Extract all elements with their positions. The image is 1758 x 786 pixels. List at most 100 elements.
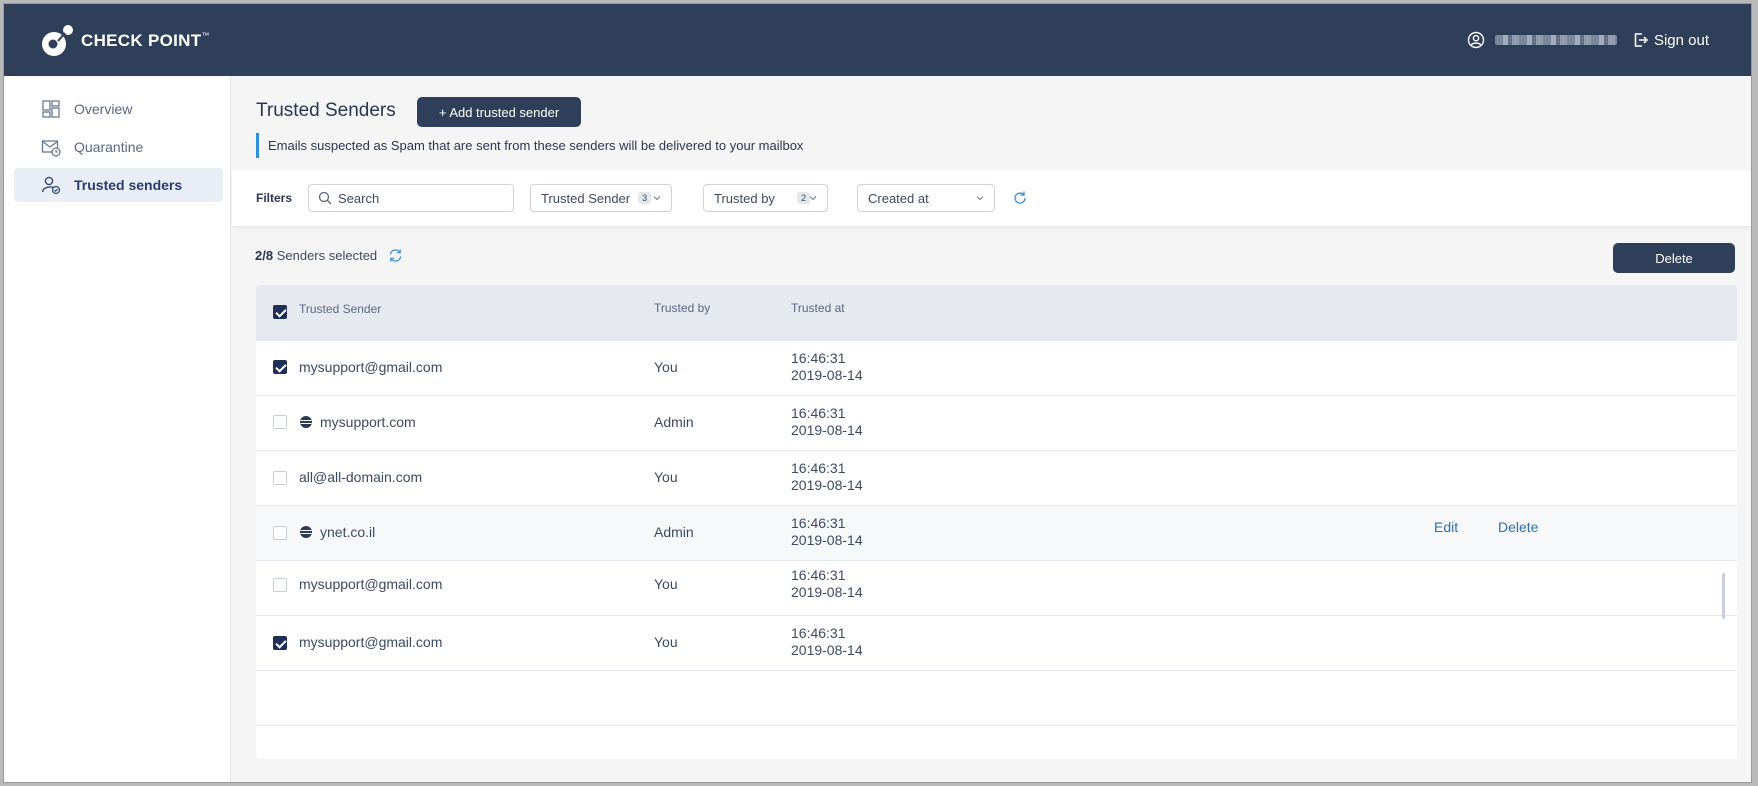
sender-email: mysupport@gmail.com	[299, 576, 443, 592]
trusted-date: 2019-08-14	[791, 642, 863, 658]
sender-email: mysupport@gmail.com	[299, 634, 443, 650]
page-title: Trusted Senders	[256, 100, 396, 121]
row-checkbox[interactable]	[273, 415, 287, 429]
brand-name: CHECK POINT™	[81, 31, 210, 50]
selection-summary: 2/8 Senders selected	[255, 248, 403, 263]
trusted-time: 16:46:31	[791, 625, 846, 641]
column-header-trusted-sender[interactable]: Trusted Sender	[299, 302, 381, 316]
sender-cell: ynet.co.il	[299, 524, 375, 540]
row-checkbox[interactable]	[273, 471, 287, 485]
sender-cell: mysupport@gmail.com	[299, 634, 442, 650]
top-bar: CHECK POINT™ Sign out	[4, 4, 1751, 76]
chevron-down-icon	[653, 196, 661, 201]
app-window: CHECK POINT™ Sign out Overview Quarantin…	[3, 3, 1752, 783]
trusted-time: 16:46:31	[791, 460, 846, 476]
trusted-by-cell: You	[654, 359, 678, 375]
trusted-by-cell: Admin	[654, 414, 694, 430]
table-row[interactable]: ynet.co.il Admin 16:46:31 2019-08-14 Edit…	[256, 506, 1737, 561]
reset-filters-icon[interactable]	[1012, 190, 1028, 206]
sign-out-label: Sign out	[1653, 31, 1709, 49]
sender-cell: mysupport@gmail.com	[299, 359, 442, 375]
add-trusted-sender-button[interactable]: + Add trusted sender	[417, 97, 581, 127]
trusted-by-cell: Admin	[654, 524, 694, 540]
sign-out-icon	[1634, 33, 1649, 47]
sidebar-item-trusted-senders[interactable]: Trusted senders	[14, 168, 223, 202]
filters-label: Filters	[256, 191, 293, 205]
empty-table-row	[256, 671, 1737, 726]
row-checkbox[interactable]	[273, 360, 287, 374]
row-checkbox[interactable]	[273, 636, 287, 650]
trusted-date: 2019-08-14	[791, 532, 863, 548]
delete-selected-button[interactable]: Delete	[1613, 243, 1735, 273]
info-banner: Emails suspected as Spam that are sent f…	[256, 133, 803, 158]
chevron-down-icon	[809, 196, 817, 201]
trusted-by-cell: You	[654, 634, 678, 650]
delete-row-link[interactable]: Delete	[1498, 519, 1538, 535]
main-content: Trusted Senders + Add trusted sender Ema…	[232, 76, 1751, 782]
column-header-trusted-by[interactable]: Trusted by	[654, 301, 710, 315]
trusted-at-cell: 16:46:31 2019-08-14	[791, 350, 863, 384]
trusted-at-cell: 16:46:31 2019-08-14	[791, 460, 863, 494]
sender-domain: ynet.co.il	[320, 524, 376, 540]
edit-row-link[interactable]: Edit	[1434, 519, 1458, 535]
row-checkbox[interactable]	[273, 578, 287, 592]
sidebar: Overview Quarantine Trusted senders	[4, 76, 231, 782]
search-field[interactable]	[308, 184, 514, 212]
table-scrollbar[interactable]	[1722, 573, 1725, 619]
trusted-at-cell: 16:46:31 2019-08-14	[791, 405, 863, 439]
table-row[interactable]: mysupport@gmail.com You 16:46:31 2019-08-…	[256, 616, 1737, 671]
user-avatar-icon[interactable]	[1467, 31, 1485, 49]
sender-domain: mysupport.com	[320, 414, 416, 430]
trusted-time: 16:46:31	[791, 515, 846, 531]
search-input[interactable]	[338, 190, 498, 206]
row-checkbox[interactable]	[273, 526, 287, 540]
dashboard-icon	[42, 100, 60, 118]
table-row[interactable]: mysupport@gmail.com You 16:46:31 2019-08-…	[256, 561, 1737, 616]
selection-count: 2/8	[255, 248, 274, 263]
logo: CHECK POINT™	[41, 24, 210, 58]
user-name-redacted	[1494, 35, 1617, 45]
count-badge: 2	[796, 192, 810, 204]
trusted-at-cell: 16:46:31 2019-08-14	[791, 625, 863, 659]
refresh-icon[interactable]	[388, 248, 403, 263]
trusted-by-cell: You	[654, 576, 678, 592]
trusted-by-filter[interactable]: Trusted by 2	[703, 184, 828, 212]
table-row[interactable]: mysupport.com Admin 16:46:31 2019-08-14	[256, 396, 1737, 451]
user-area: Sign out	[1467, 31, 1709, 49]
trusted-date: 2019-08-14	[791, 584, 863, 600]
trusted-user-icon	[41, 176, 61, 195]
chevron-down-icon	[976, 196, 984, 201]
count-badge: 3	[638, 192, 652, 204]
check-point-logo-icon	[42, 25, 73, 56]
trusted-date: 2019-08-14	[791, 422, 863, 438]
trusted-at-cell: 16:46:31 2019-08-14	[791, 567, 863, 601]
search-icon	[318, 191, 332, 205]
trusted-at-cell: 16:46:31 2019-08-14	[791, 515, 863, 549]
table-row[interactable]: mysupport@gmail.com You 16:46:31 2019-08-…	[256, 341, 1737, 396]
column-header-trusted-at[interactable]: Trusted at	[791, 301, 845, 315]
trusted-date: 2019-08-14	[791, 477, 863, 493]
filters-bar: Filters Trusted Sender 3 Trusted by 2 Cr…	[232, 170, 1751, 226]
sender-email: mysupport@gmail.com	[299, 359, 443, 375]
mail-quarantine-icon	[41, 140, 61, 157]
select-all-checkbox[interactable]	[273, 305, 287, 319]
sidebar-item-label: Trusted senders	[74, 177, 183, 193]
trusted-date: 2019-08-14	[791, 367, 863, 383]
trusted-time: 16:46:31	[791, 405, 846, 421]
sidebar-item-quarantine[interactable]: Quarantine	[14, 130, 223, 164]
trusted-sender-filter[interactable]: Trusted Sender 3	[530, 184, 672, 212]
created-at-filter[interactable]: Created at	[857, 184, 995, 212]
trusted-senders-table: Trusted Sender Trusted by Trusted at mys…	[256, 285, 1737, 759]
sign-out-button[interactable]: Sign out	[1633, 32, 1709, 49]
trusted-by-filter-label: Trusted by	[714, 190, 775, 206]
selection-text: Senders selected	[276, 248, 378, 263]
trusted-time: 16:46:31	[791, 567, 846, 583]
sidebar-item-label: Overview	[74, 101, 133, 117]
domain-globe-icon	[300, 526, 312, 538]
trusted-sender-filter-label: Trusted Sender	[541, 190, 631, 206]
trusted-by-cell: You	[654, 469, 678, 485]
table-header: Trusted Sender Trusted by Trusted at	[256, 285, 1737, 341]
table-row[interactable]: all@all-domain.com You 16:46:31 2019-08-1…	[256, 451, 1737, 506]
created-at-filter-label: Created at	[868, 190, 929, 206]
sidebar-item-overview[interactable]: Overview	[14, 92, 223, 126]
